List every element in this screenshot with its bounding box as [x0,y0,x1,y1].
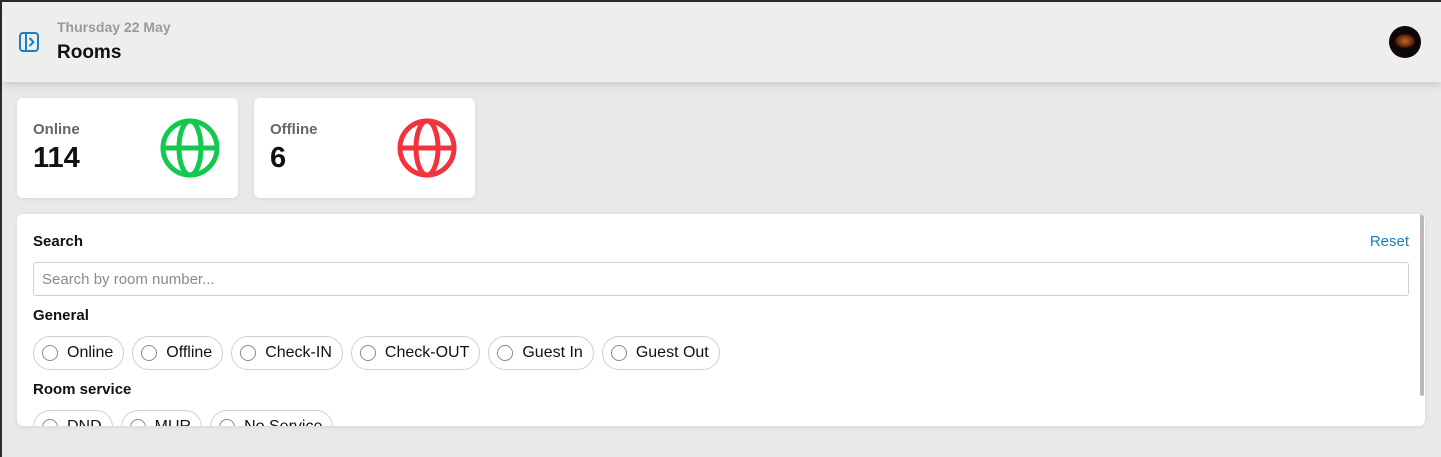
chip-label: Check-OUT [384,344,470,361]
filter-chip-mur[interactable]: MUR [120,410,203,426]
filter-chip-check-out[interactable]: Check-OUT [350,336,481,370]
filter-chip-online[interactable]: Online [33,336,125,370]
chip-label: No Service [244,418,322,426]
filter-chip-dnd[interactable]: DND [33,410,113,426]
online-stat-label: Online [33,121,80,138]
chip-label: Offline [166,344,213,361]
chip-label: DND [67,418,102,426]
radio-button[interactable] [497,345,514,361]
app-header: Thursday 22 May Rooms [2,2,1441,82]
radio-button[interactable] [219,419,236,426]
current-date: Thursday 22 May [57,19,171,35]
search-input[interactable] [33,262,1409,296]
filter-chip-guest-out[interactable]: Guest Out [601,336,720,370]
radio-button[interactable] [42,419,58,426]
offline-stat-label: Offline [270,121,318,138]
chip-label: MUR [155,418,191,426]
filter-chip-no-service[interactable]: No Service [210,410,334,426]
filter-chip-guest-in[interactable]: Guest In [488,336,594,370]
panel-scrollbar[interactable] [1420,214,1424,396]
chip-label: Guest In [522,344,583,361]
online-globe-icon [159,117,221,179]
filter-panel: Search Reset General Online Offline Chec… [17,214,1425,426]
radio-button[interactable] [610,345,627,361]
radio-button[interactable] [141,345,158,361]
radio-button[interactable] [42,345,58,361]
filter-chip-check-in[interactable]: Check-IN [231,336,343,370]
filter-chip-offline[interactable]: Offline [132,336,224,370]
chip-label: Check-IN [265,344,332,361]
page-title: Rooms [57,42,122,63]
online-stat-card: Online 114 [17,98,238,198]
radio-button[interactable] [240,345,257,361]
room-service-section-title: Room service [33,381,132,398]
sidebar-toggle-icon[interactable] [18,31,40,53]
radio-button[interactable] [359,345,376,361]
room-service-filter-chips: DND MUR No Service [33,410,334,426]
general-filter-chips: Online Offline Check-IN Check-OUT Guest … [33,336,720,370]
offline-stat-value: 6 [270,142,287,174]
search-section-title: Search [33,233,84,250]
reset-button[interactable]: Reset [1370,233,1409,250]
radio-button[interactable] [129,419,146,426]
offline-globe-icon [396,117,458,179]
online-stat-value: 114 [33,142,80,174]
general-section-title: General [33,307,89,324]
offline-stat-card: Offline 6 [254,98,475,198]
user-avatar[interactable] [1389,26,1421,58]
chip-label: Online [67,344,114,361]
chip-label: Guest Out [635,344,709,361]
